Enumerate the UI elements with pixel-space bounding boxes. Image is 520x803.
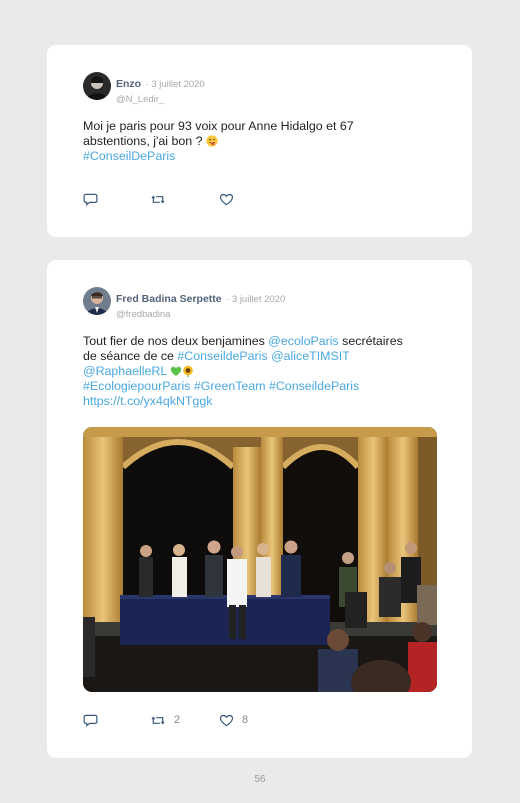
author-name[interactable]: Enzo <box>116 78 141 90</box>
author-name[interactable]: Fred Badina Serpette <box>116 293 222 305</box>
author-handle[interactable]: @fredbadina <box>116 309 285 320</box>
winking-tongue-face-icon <box>206 135 218 147</box>
heart-icon <box>219 714 234 727</box>
tweet-text: Moi je paris pour 93 voix pour Anne Hida… <box>83 119 443 164</box>
tweet-card: Fred Badina Serpette · 3 juillet 2020 @f… <box>47 260 472 758</box>
hashtag-link[interactable]: #ConseildeParis <box>177 349 267 363</box>
like-button[interactable]: 8 <box>219 712 248 728</box>
like-count: 8 <box>242 714 249 726</box>
like-button[interactable] <box>219 191 234 207</box>
hashtags-link[interactable]: #EcologiepourParis #GreenTeam #Conseilde… <box>83 379 359 393</box>
reply-button[interactable] <box>83 191 98 207</box>
heart-icon <box>219 193 234 206</box>
tweet-date: 3 juillet 2020 <box>231 294 286 305</box>
tweet-text-segment: de séance de ce <box>83 349 178 363</box>
avatar[interactable] <box>83 72 111 100</box>
tweet-photo[interactable] <box>83 427 437 692</box>
tweet-card: Enzo · 3 juillet 2020 @N_Ledir_ Moi je p… <box>47 45 472 237</box>
green-heart-icon <box>171 366 182 376</box>
retweet-icon <box>151 716 165 724</box>
reply-icon <box>83 193 98 206</box>
avatar[interactable] <box>83 287 111 315</box>
reply-icon <box>83 714 98 727</box>
tweet-actions <box>83 191 283 207</box>
page-number: 56 <box>254 774 266 785</box>
mention-link[interactable]: @ecoloParis <box>268 334 338 348</box>
tweet-text-line: abstentions, j'ai bon ? <box>83 134 203 148</box>
mention-link[interactable]: @aliceTIMSIT <box>271 349 350 363</box>
mention-link[interactable]: @RaphaelleRL <box>83 364 167 378</box>
sunflower-icon <box>183 365 194 377</box>
tweet-date: 3 juillet 2020 <box>151 79 205 90</box>
tweet-actions: 2 8 <box>83 712 283 728</box>
retweet-button[interactable]: 2 <box>150 712 180 728</box>
tweet-text: Tout fier de nos deux benjamines @ecoloP… <box>83 334 443 409</box>
tweet-text-segment: secrétaires <box>338 334 403 348</box>
tweet-text-line: Moi je paris pour 93 voix pour Anne Hida… <box>83 119 354 133</box>
author-handle[interactable]: @N_Ledir_ <box>116 94 205 105</box>
url-link[interactable]: https://t.co/yx4qkNTggk <box>83 394 212 408</box>
retweet-icon <box>151 195 165 203</box>
retweet-button[interactable] <box>150 191 166 207</box>
hashtag-link[interactable]: #ConseilDeParis <box>83 149 175 163</box>
tweet-text-segment: Tout fier de nos deux benjamines <box>83 334 269 348</box>
reply-button[interactable] <box>83 712 98 728</box>
retweet-count: 2 <box>174 714 181 726</box>
